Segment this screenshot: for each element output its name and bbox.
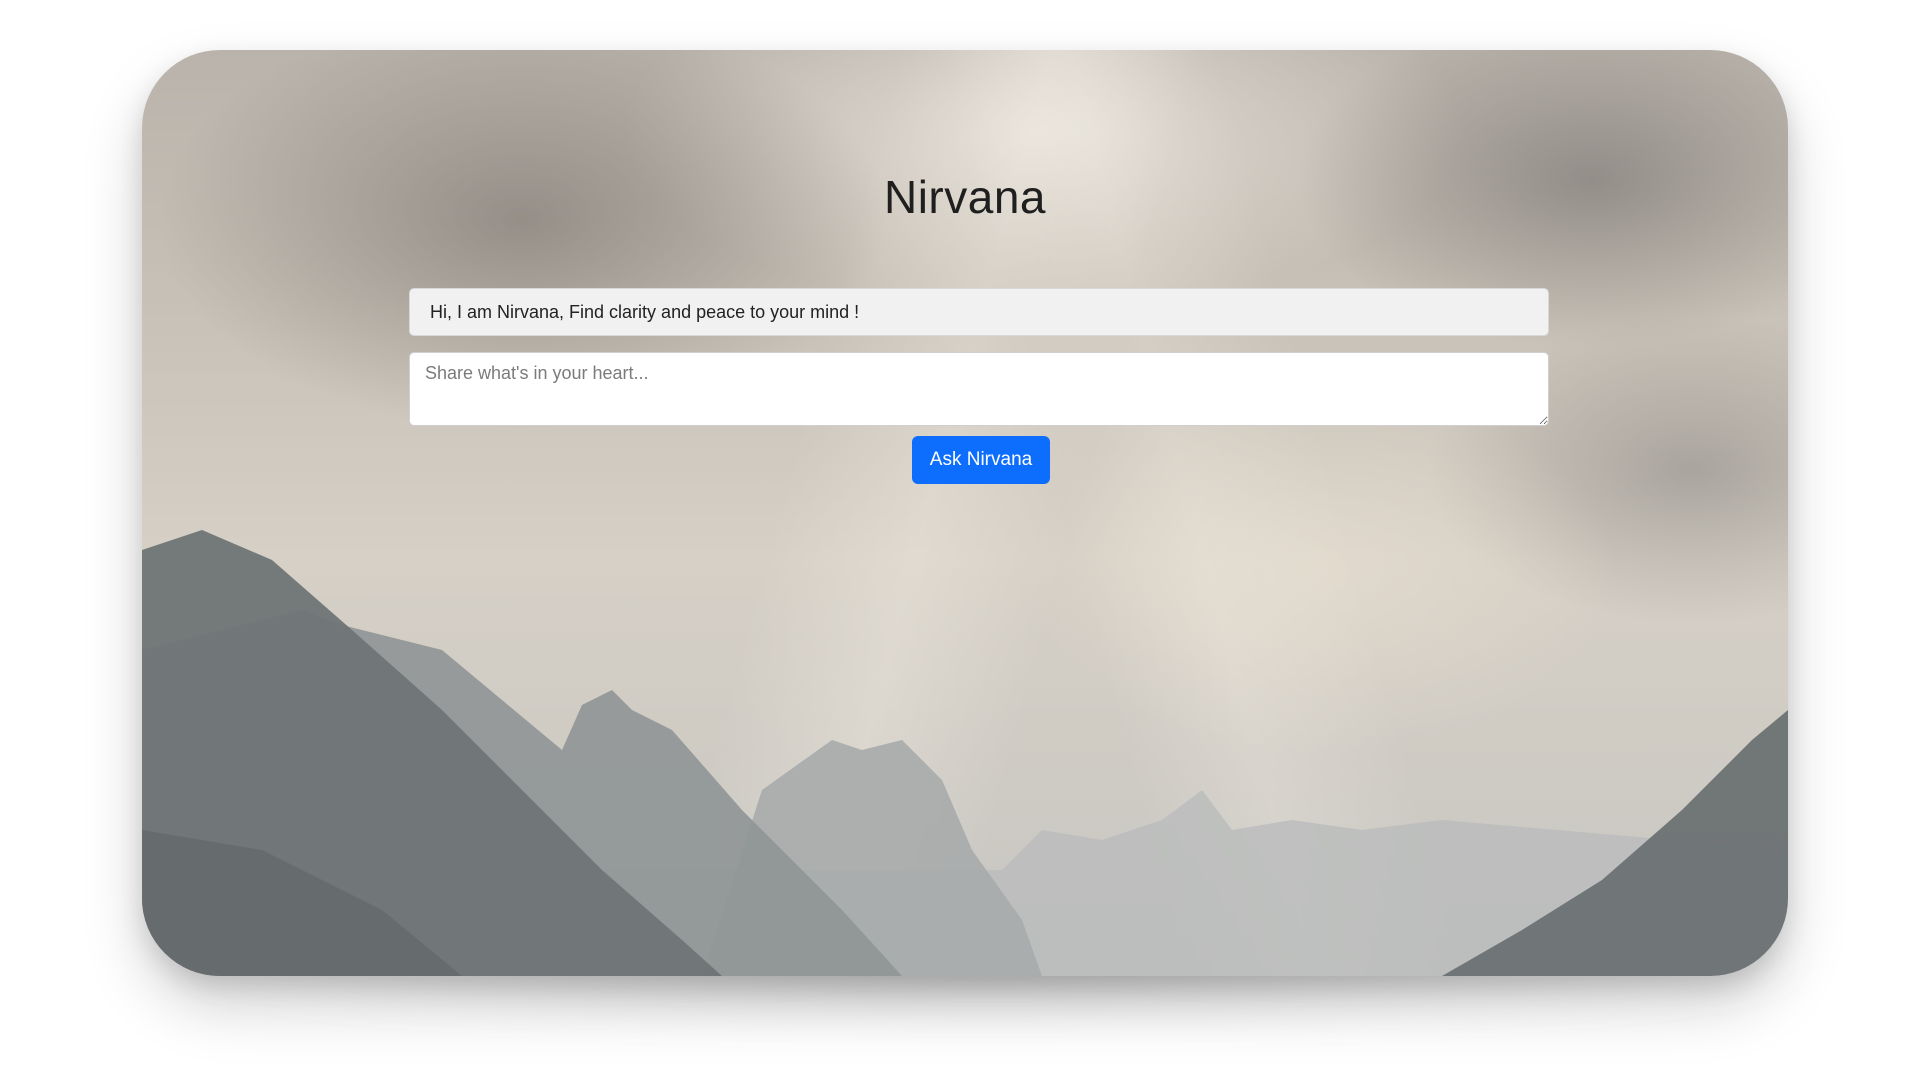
greeting-message: Hi, I am Nirvana, Find clarity and peace… — [409, 288, 1549, 336]
ask-nirvana-button[interactable]: Ask Nirvana — [912, 436, 1050, 484]
heart-message-input[interactable] — [409, 352, 1549, 426]
page-title: Nirvana — [883, 171, 1046, 223]
app-card: Nirvana Hi, I am Nirvana, Find clarity a… — [142, 50, 1788, 976]
main-content: Nirvana Hi, I am Nirvana, Find clarity a… — [142, 50, 1788, 976]
page: Nirvana Hi, I am Nirvana, Find clarity a… — [0, 0, 1920, 1080]
